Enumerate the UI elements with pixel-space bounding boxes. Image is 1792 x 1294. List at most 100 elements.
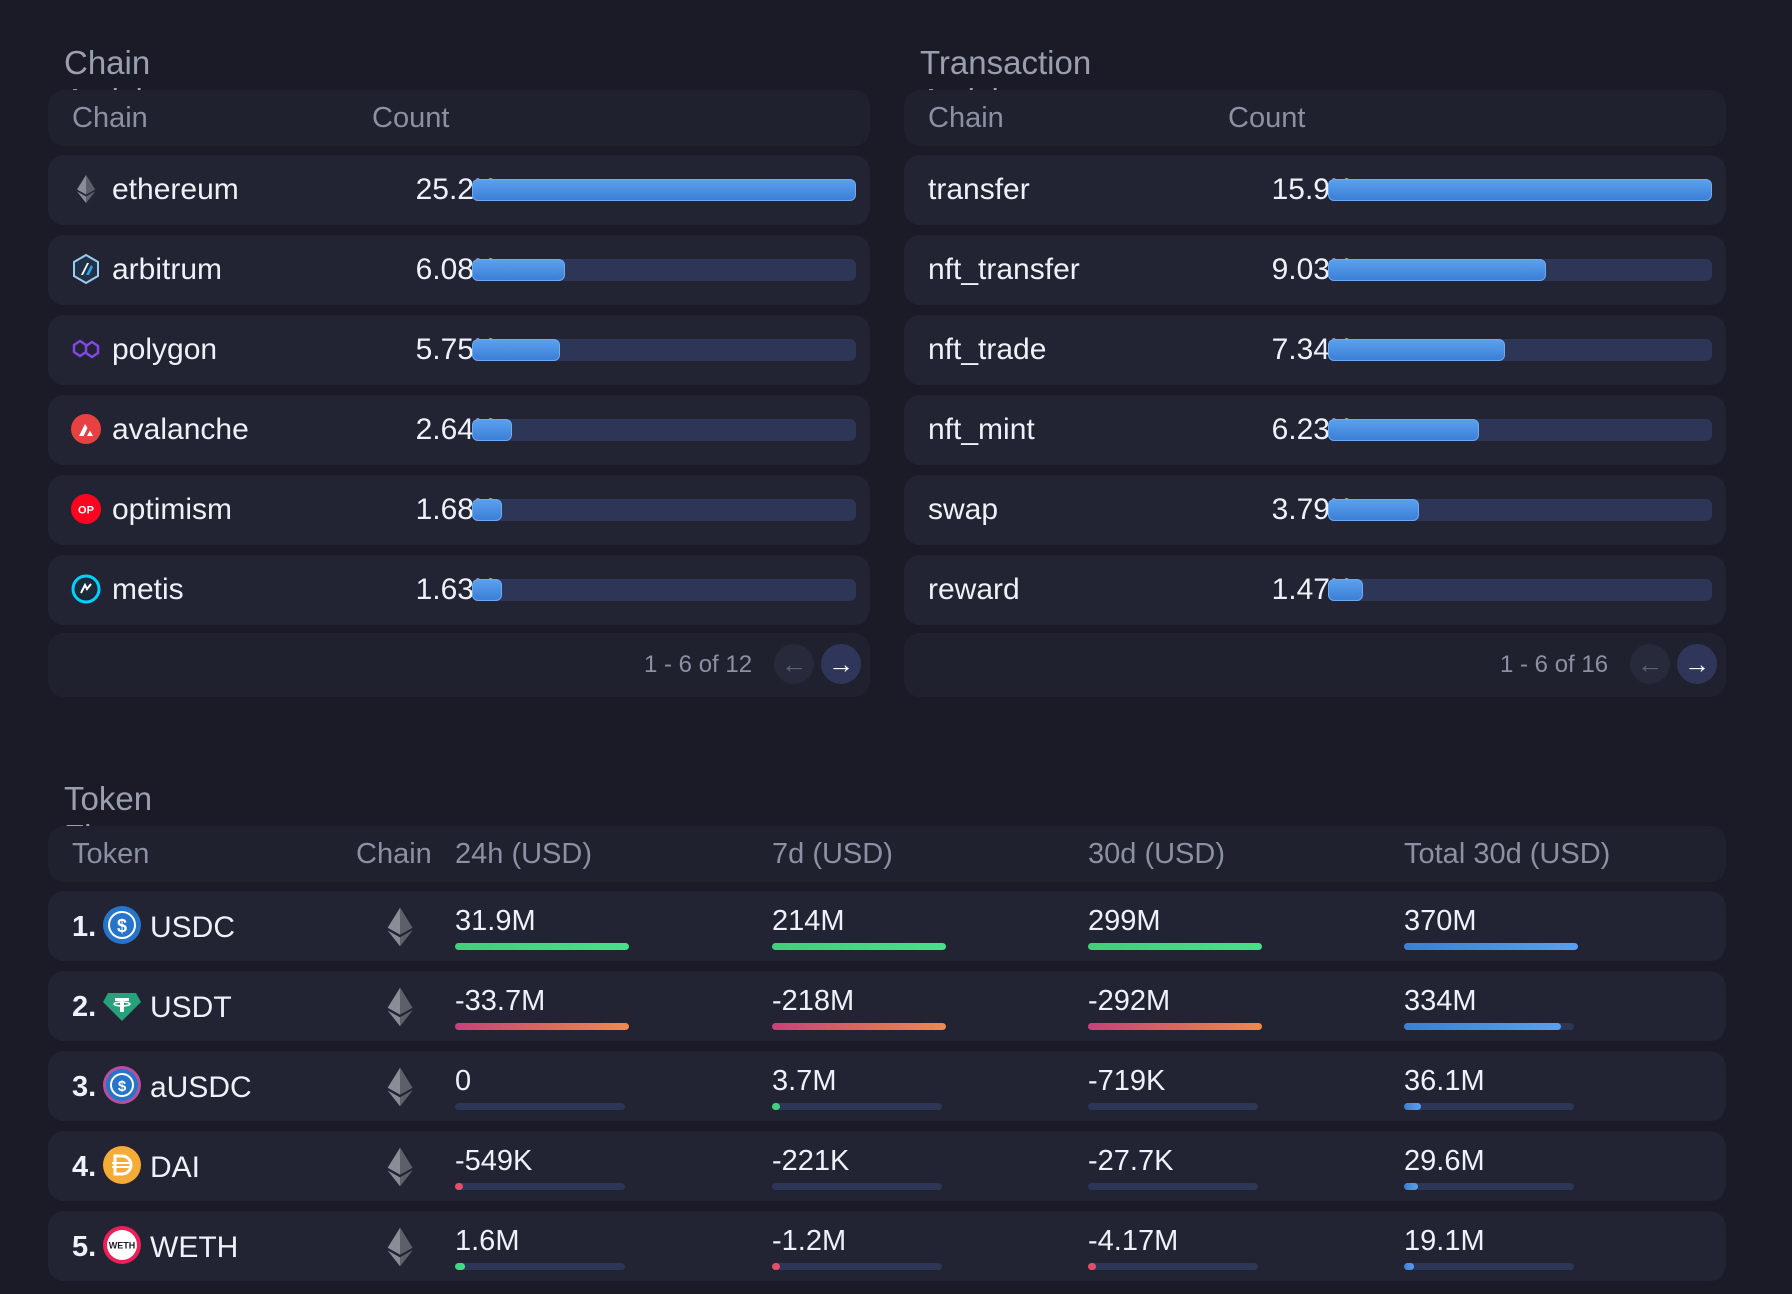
prev-page-button[interactable]: ←: [774, 644, 814, 684]
flow-bar-fill: [455, 943, 629, 950]
count-bar-fill: [1328, 339, 1505, 361]
flow-value: 29.6M: [1404, 1145, 1485, 1177]
activity-row[interactable]: transfer 15.9K: [904, 155, 1726, 225]
activity-row[interactable]: nft_trade 7.34K: [904, 315, 1726, 385]
header-7d[interactable]: 7d (USD): [772, 838, 893, 871]
activity-row[interactable]: reward 1.47K: [904, 555, 1726, 625]
activity-row[interactable]: swap 3.79K: [904, 475, 1726, 545]
header-chain[interactable]: Chain: [356, 838, 432, 871]
count-bar-fill: [472, 179, 856, 201]
activity-row[interactable]: OP optimism 1.68K: [48, 475, 870, 545]
flow-cell-d7: 214M: [772, 891, 1072, 961]
count-bar: [1328, 179, 1712, 201]
flow-value: -549K: [455, 1145, 533, 1177]
flow-bar-fill: [1088, 943, 1262, 950]
flow-bar-fill: [1404, 943, 1578, 950]
flow-value: 370M: [1404, 905, 1477, 937]
count-bar-fill: [472, 259, 565, 281]
table-row[interactable]: 1. $ USDC 31.9M 214M 299M 370M: [48, 891, 1726, 961]
optimism-icon: OP: [70, 493, 102, 525]
activity-row[interactable]: avalanche 2.64K: [48, 395, 870, 465]
flow-bar-fill: [1404, 1263, 1414, 1270]
prev-page-button[interactable]: ←: [1630, 644, 1670, 684]
count-bar-fill: [472, 499, 502, 521]
row-name: optimism: [112, 493, 233, 526]
flow-cell-d30: -719K: [1088, 1051, 1388, 1121]
flow-value: -27.7K: [1088, 1145, 1174, 1177]
flow-cell-d24: 1.6M: [455, 1211, 755, 1281]
activity-row[interactable]: polygon 5.75K: [48, 315, 870, 385]
flow-value: 334M: [1404, 985, 1477, 1017]
flow-cell-d30: -4.17M: [1088, 1211, 1388, 1281]
flow-bar-fill: [1404, 1023, 1561, 1030]
header-token[interactable]: Token: [72, 838, 149, 871]
flow-value: 214M: [772, 905, 845, 937]
chain-activity-header: Chain Count: [48, 90, 870, 146]
flow-bar: [772, 1183, 942, 1190]
table-row[interactable]: 2. USDT -33.7M -218M -292M 334M: [48, 971, 1726, 1041]
transaction-activity-header: Chain Count: [904, 90, 1726, 146]
flow-bar: [1088, 943, 1262, 950]
count-bar-fill: [1328, 179, 1712, 201]
metis-icon: [70, 573, 102, 605]
transaction-activity-pagination: 1 - 6 of 16 ← →: [904, 633, 1726, 697]
svg-text:$: $: [118, 1078, 127, 1095]
table-row[interactable]: 5. WETH WETH 1.6M -1.2M -4.17M 19.1M: [48, 1211, 1726, 1281]
arbitrum-icon: [70, 253, 102, 285]
flow-bar: [1088, 1023, 1262, 1030]
activity-row[interactable]: ethereum 25.2K: [48, 155, 870, 225]
arrow-left-icon: ←: [1637, 648, 1663, 679]
next-page-button[interactable]: →: [821, 644, 861, 684]
header-count: Count: [372, 102, 450, 134]
row-name: ethereum: [112, 173, 239, 206]
chain-activity-pagination: 1 - 6 of 12 ← →: [48, 633, 870, 697]
rank: 3.: [72, 1071, 97, 1103]
count-bar-fill: [1328, 499, 1419, 521]
ethereum-icon: [378, 1225, 422, 1269]
usdt-icon: [102, 985, 142, 1025]
ausdc-icon: $: [102, 1065, 142, 1105]
activity-row[interactable]: metis 1.63K: [48, 555, 870, 625]
arrow-right-icon: →: [828, 648, 854, 679]
flow-value: 36.1M: [1404, 1065, 1485, 1097]
header-24h[interactable]: 24h (USD): [455, 838, 592, 871]
flow-value: 31.9M: [455, 905, 536, 937]
row-name: nft_transfer: [928, 253, 1080, 286]
header-total-30d[interactable]: Total 30d (USD): [1404, 838, 1610, 871]
flow-bar-fill: [772, 1103, 780, 1110]
count-bar-fill: [1328, 259, 1546, 281]
flow-bar: [1404, 1023, 1574, 1030]
flow-cell-d30: -27.7K: [1088, 1131, 1388, 1201]
weth-icon: WETH: [102, 1225, 142, 1265]
usdc-icon: $: [102, 905, 142, 945]
flow-cell-d24: 0: [455, 1051, 755, 1121]
activity-row[interactable]: nft_mint 6.23K: [904, 395, 1726, 465]
count-bar: [1328, 419, 1712, 441]
count-bar: [1328, 579, 1712, 601]
next-page-button[interactable]: →: [1677, 644, 1717, 684]
flow-cell-d30: 299M: [1088, 891, 1388, 961]
pagination-label: 1 - 6 of 12: [644, 651, 753, 678]
ethereum-icon: [70, 173, 102, 205]
arrow-right-icon: →: [1684, 648, 1710, 679]
flow-value: 1.6M: [455, 1225, 520, 1257]
flow-bar: [1404, 1183, 1574, 1190]
count-bar: [472, 179, 856, 201]
table-row[interactable]: 4. DAI -549K -221K -27.7K 29.6M: [48, 1131, 1726, 1201]
count-bar-fill: [1328, 579, 1363, 601]
activity-row[interactable]: arbitrum 6.08K: [48, 235, 870, 305]
flow-cell-d24: -549K: [455, 1131, 755, 1201]
ethereum-icon: [378, 1145, 422, 1189]
row-name: polygon: [112, 333, 218, 366]
count-bar: [1328, 339, 1712, 361]
table-row[interactable]: 3. $ aUSDC 0 3.7M -719K 36.1M: [48, 1051, 1726, 1121]
row-name: avalanche: [112, 413, 249, 446]
row-name: nft_mint: [928, 413, 1035, 446]
activity-row[interactable]: nft_transfer 9.03K: [904, 235, 1726, 305]
rank: 4.: [72, 1151, 97, 1183]
header-30d[interactable]: 30d (USD): [1088, 838, 1225, 871]
header-chain: Chain: [72, 102, 148, 134]
flow-cell-total: 36.1M: [1404, 1051, 1704, 1121]
flow-bar-fill: [1404, 1103, 1421, 1110]
flow-bar-fill: [772, 943, 946, 950]
